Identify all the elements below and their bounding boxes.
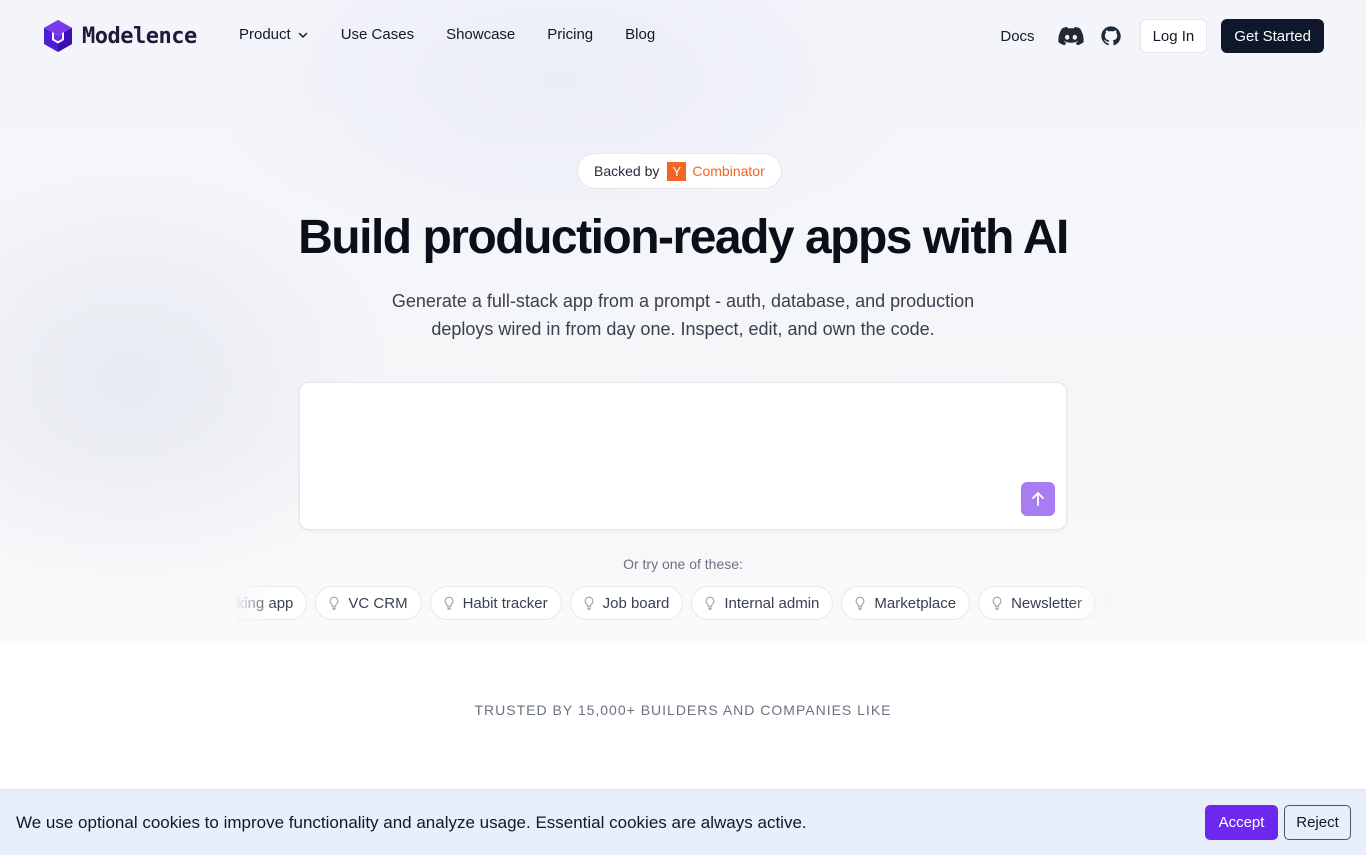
accept-cookies-button[interactable]: Accept	[1205, 805, 1278, 840]
backed-by-badge[interactable]: Backed by Y Combinator	[577, 153, 782, 189]
subtitle-line-1: Generate a full-stack app from a prompt …	[391, 291, 975, 311]
suggestion-chip-label: Marketplace	[874, 594, 957, 612]
github-icon[interactable]	[1097, 22, 1125, 50]
trusted-label: TRUSTED BY 15,000+ BUILDERS AND COMPANIE…	[474, 702, 892, 718]
nav-item-showcase[interactable]: Showcase	[446, 26, 515, 43]
nav-item-use-cases[interactable]: Use Cases	[341, 26, 414, 43]
badge-name: Combinator	[692, 163, 765, 179]
suggestion-chip[interactable]: Booking app	[235, 586, 308, 620]
suggestion-chip-label: Habit tracker	[462, 594, 548, 612]
prompt-box	[299, 382, 1067, 530]
main-nav: Product Use Cases Showcase Pricing Blog	[239, 26, 687, 43]
suggestion-chip[interactable]: Habit tracker	[429, 586, 562, 620]
reject-cookies-button[interactable]: Reject	[1284, 805, 1351, 840]
cookie-message: We use optional cookies to improve funct…	[16, 813, 807, 832]
top-navigation: Modelence Product Use Cases Showcase Pri…	[0, 0, 1366, 72]
badge-prefix: Backed by	[594, 163, 660, 179]
cookie-banner: We use optional cookies to improve funct…	[0, 789, 1366, 855]
page-title: Build production-ready apps with AI	[298, 211, 1069, 264]
nav-item-label: Showcase	[446, 26, 516, 43]
nav-item-blog[interactable]: Blog	[625, 26, 655, 43]
prompt-input[interactable]	[316, 397, 1010, 491]
arrow-up-icon	[1032, 492, 1044, 506]
suggestion-chips: Booking app VC CRM Habit tracker Job board I…	[235, 586, 1111, 622]
hexagon-cube-logo-icon	[44, 20, 72, 52]
brand-name: Modelence	[82, 23, 197, 49]
y-combinator-logo-icon: Y	[667, 161, 687, 181]
suggestion-chip[interactable]: Internal admin	[691, 586, 834, 620]
lightbulb-icon	[854, 596, 866, 610]
brand-logo[interactable]: Modelence	[42, 19, 197, 53]
lightbulb-icon	[328, 596, 340, 610]
suggestion-chip[interactable]: Job board	[569, 586, 684, 620]
docs-link[interactable]: Docs	[1000, 28, 1034, 45]
lightbulb-icon	[443, 596, 455, 610]
suggestion-chip[interactable]: VC CRM	[315, 586, 422, 620]
nav-item-product[interactable]: Product	[239, 26, 309, 43]
discord-icon[interactable]	[1057, 22, 1085, 50]
login-button[interactable]: Log In	[1139, 19, 1208, 53]
suggestion-chip-label: Job board	[602, 594, 670, 612]
send-button[interactable]	[1021, 482, 1055, 516]
hero-subtitle: Generate a full-stack app from a prompt …	[333, 287, 1033, 343]
suggestion-chip[interactable]: Marketplace	[841, 586, 971, 620]
lightbulb-icon	[583, 596, 595, 610]
lightbulb-icon	[704, 596, 716, 610]
get-started-button[interactable]: Get Started	[1221, 19, 1324, 53]
chevron-down-icon	[297, 29, 309, 41]
suggestion-chip-label: VC CRM	[348, 594, 408, 612]
nav-item-label: Pricing	[547, 26, 594, 43]
nav-item-label: Use Cases	[340, 26, 415, 43]
suggestion-chip[interactable]: Newsletter	[978, 586, 1096, 620]
nav-actions: Docs Log In Get Started	[1000, 19, 1324, 53]
suggestion-chip-label: Internal admin	[724, 594, 820, 612]
suggestion-chip-label: Booking app	[235, 594, 294, 612]
nav-item-label: Product	[239, 26, 291, 43]
subtitle-line-2: deploys wired in from day one. Inspect, …	[431, 319, 935, 339]
lightbulb-icon	[991, 596, 1003, 610]
nav-item-pricing[interactable]: Pricing	[547, 26, 593, 43]
suggestion-chip-label: Newsletter	[1011, 594, 1082, 612]
nav-item-label: Blog	[625, 26, 656, 43]
suggestions-label: Or try one of these:	[623, 556, 743, 572]
